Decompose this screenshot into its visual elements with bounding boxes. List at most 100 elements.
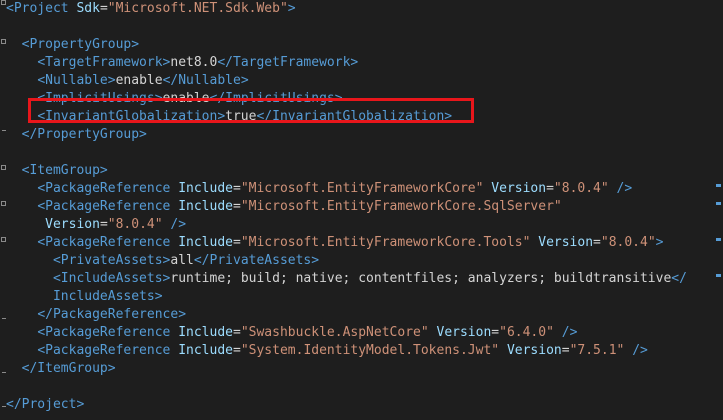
code-token: Include [178,199,233,214]
highlight-box [28,98,474,123]
code-token: Include [178,235,233,250]
code-token: /> [632,343,648,358]
code-token: Version [45,217,100,232]
code-token: <Nullable> [37,73,116,88]
code-token: /> [561,325,578,340]
code-line[interactable]: <PropertyGroup> [6,36,139,54]
code-token: <PackageReference [37,235,179,250]
code-token: <PackageReference [37,343,179,358]
code-token: </Nullable> [162,73,249,88]
code-token: <IncludeAssets> [52,271,171,286]
code-token: = [99,1,108,16]
code-token: "8.0.4" [553,181,609,196]
code-line[interactable]: <ItemGroup> [6,162,108,180]
code-token: = [233,181,241,196]
code-token: Version [538,235,594,250]
code-token: = [491,325,500,340]
overflow-indicator [716,184,721,187]
code-line[interactable]: </ItemGroup> [6,360,116,378]
code-token: <PackageReference [37,199,179,214]
code-line[interactable]: <IncludeAssets>runtime; build; native; c… [6,270,687,288]
code-line[interactable]: Version="8.0.4" /> [6,216,186,234]
code-token: = [233,199,241,214]
code-line[interactable]: <PackageReference Include="Microsoft.Ent… [6,198,561,216]
code-token: enable [115,73,163,88]
code-token: Version [491,181,547,196]
code-editor[interactable]: <Project Sdk="Microsoft.NET.Sdk.Web"> <P… [0,0,723,420]
code-token: Include [178,325,233,340]
code-token: <ItemGroup> [21,163,108,178]
code-token: </TargetFramework> [217,55,359,70]
code-token: IncludeAssets> [52,289,163,304]
code-token: </Project> [6,397,85,412]
code-line[interactable]: <TargetFramework>net8.0</TargetFramework… [6,54,358,72]
code-line[interactable]: IncludeAssets> [6,288,163,306]
code-token: = [593,235,601,250]
code-token: </PropertyGroup> [21,127,147,142]
code-line[interactable]: <PackageReference Include="System.Identi… [6,342,648,360]
code-token: </PrivateAssets> [193,253,320,268]
code-token: > [655,235,664,250]
code-line[interactable]: </PropertyGroup> [6,126,147,144]
code-token: Version [436,325,492,340]
code-token: <PackageReference [37,325,179,340]
code-token: </ [671,271,687,286]
code-line[interactable]: <PackageReference Include="Microsoft.Ent… [6,234,664,252]
code-token: "Microsoft.EntityFrameworkCore.Tools" [240,235,531,250]
code-token: <TargetFramework> [37,55,171,70]
code-line[interactable]: <PrivateAssets>all</PrivateAssets> [6,252,319,270]
code-line[interactable]: <PackageReference Include = "Swashbuckle.A… [6,324,577,342]
code-token: = [233,235,241,250]
overflow-indicator [716,274,721,277]
code-token: "8.0.4" [600,235,656,250]
code-line[interactable]: </PackageReference> [6,306,186,324]
code-token: Include [178,181,233,196]
code-token: "Microsoft.NET.Sdk.Web" [107,1,288,16]
code-token: /> [170,217,187,232]
code-token: <PackageReference [37,181,179,196]
code-token: = [546,181,554,196]
code-token: Sdk [76,1,100,16]
code-token: <PropertyGroup> [21,37,140,52]
code-token: > [287,1,296,16]
code-line[interactable]: <PackageReference Include="Microsoft.Ent… [6,180,632,198]
overflow-indicator [716,202,721,205]
code-token: </PackageReference> [37,307,187,322]
code-line[interactable]: <Project Sdk="Microsoft.NET.Sdk.Web"> [6,0,296,18]
code-token: "8.0.4" [107,217,163,232]
code-line[interactable]: <Nullable>enable</Nullable> [6,72,249,90]
code-token: "7.5.1" [569,343,625,358]
code-token: Include [178,343,233,358]
code-token: </ItemGroup> [21,361,116,376]
code-token: "Microsoft.EntityFrameworkCore" [240,181,484,196]
code-token: = [561,343,570,358]
code-token: <Project [6,1,77,16]
code-token: = [233,343,241,358]
code-token: "Swashbuckle.AspNetCore" [240,325,429,340]
code-line[interactable]: </Project> [6,396,84,414]
code-token: /> [616,181,633,196]
code-token: all [170,253,194,268]
code-token: = [99,217,108,232]
code-token: <PrivateAssets> [52,253,171,268]
code-token: "6.4.0" [499,325,554,340]
overflow-indicator [716,238,721,241]
code-token: runtime; build; native; contentfiles; an… [170,271,672,286]
